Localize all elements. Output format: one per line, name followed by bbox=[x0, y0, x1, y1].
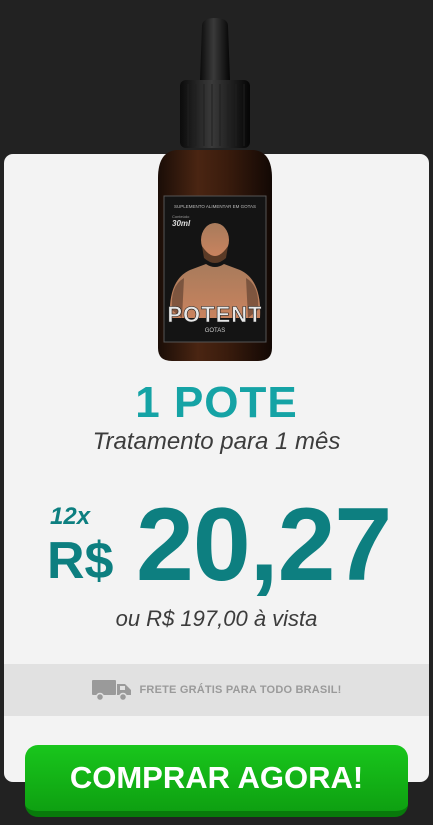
shipping-banner: FRETE GRÁTIS PARA TODO BRASIL! bbox=[4, 664, 429, 716]
currency-symbol: R$ bbox=[47, 532, 114, 590]
offer-subtitle: Tratamento para 1 mês bbox=[92, 428, 341, 455]
svg-text:POTENT: POTENT bbox=[167, 302, 262, 327]
installment-price: 20,27 bbox=[136, 487, 392, 603]
offer-title: 1 POTE bbox=[135, 378, 298, 427]
cash-price: ou R$ 197,00 à vista bbox=[115, 606, 318, 631]
svg-text:SUPLEMENTO ALIMENTAR EM GOTAS: SUPLEMENTO ALIMENTAR EM GOTAS bbox=[174, 204, 256, 209]
truck-icon bbox=[91, 680, 131, 702]
shipping-text: FRETE GRÁTIS PARA TODO BRASIL! bbox=[139, 684, 342, 696]
buy-now-button[interactable]: COMPRAR AGORA! bbox=[25, 745, 408, 817]
svg-text:GOTAS: GOTAS bbox=[205, 328, 226, 334]
product-bottle-image: SUPLEMENTO ALIMENTAR EM GOTAS Conteúdo 3… bbox=[158, 18, 272, 361]
installments-count: 12x bbox=[50, 503, 91, 530]
svg-text:30ml: 30ml bbox=[172, 219, 191, 228]
